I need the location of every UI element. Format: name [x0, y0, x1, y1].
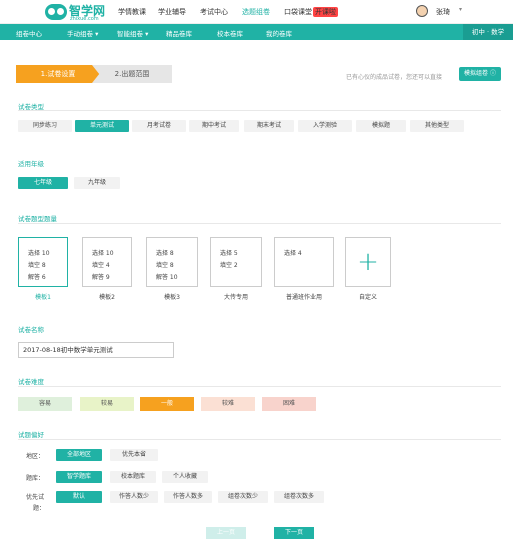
template-line: 填空 8 — [156, 262, 174, 269]
section-title-quantity: 试卷题型题量 — [18, 215, 57, 223]
add-template-button[interactable]: + — [345, 237, 391, 287]
hot-badge: 开课啦 — [313, 7, 338, 17]
option-entrance[interactable]: 入学测验 — [298, 120, 352, 132]
prev-page-button[interactable]: 上一页 — [206, 527, 246, 539]
option-default[interactable]: 默认 — [56, 491, 102, 503]
difficulty-hard[interactable]: 困难 — [262, 397, 316, 411]
paper-name-input[interactable]: 2017-08-18初中数学单元测试 — [18, 342, 174, 358]
option-grade-9[interactable]: 九年级 — [74, 177, 120, 189]
section-title-preference: 试题偏好 — [18, 431, 44, 439]
nav-item-compose[interactable]: 选题组卷 — [242, 7, 270, 17]
template-line: 填空 8 — [28, 262, 46, 269]
divider — [18, 223, 501, 224]
template-card-1[interactable]: 选择 10 填空 8 解答 6 — [18, 237, 68, 287]
template-line: 解答 9 — [92, 274, 110, 281]
nav-item-pocket-class[interactable]: 口袋课堂 — [284, 7, 312, 17]
option-sync-practice[interactable]: 同步练习 — [18, 120, 72, 132]
template-line: 填空 4 — [92, 262, 110, 269]
main-nav-my-library[interactable]: 我的卷库 — [266, 28, 292, 38]
option-all-regions[interactable]: 全部地区 — [56, 449, 102, 461]
hint-text: 已有心仪的成品试卷，您还可以直接 — [346, 74, 443, 81]
difficulty-fairly-easy[interactable]: 较易 — [80, 397, 134, 411]
region-label: 地区： — [26, 453, 45, 460]
divider — [18, 439, 501, 440]
main-nav-premium-library[interactable]: 精品卷库 — [166, 28, 192, 38]
priority-label-2: 题： — [33, 505, 46, 512]
template-name-4: 大传专用 — [223, 294, 248, 301]
option-mock[interactable]: 模拟题 — [356, 120, 406, 132]
step-range[interactable]: 2.出题范围 — [92, 65, 172, 83]
grade-subject-select[interactable]: 初中 · 数学 — [463, 24, 513, 40]
main-nav-smart[interactable]: 智能组卷 ▾ — [117, 28, 148, 38]
section-title-grade: 适用年级 — [18, 160, 44, 168]
option-more-uses[interactable]: 组卷次数多 — [274, 491, 324, 503]
template-card-5[interactable]: 选择 4 — [274, 237, 334, 287]
top-header: 智学网 zhixue.com 学情教课 学业辅导 考试中心 选题组卷 口袋课堂 … — [0, 0, 513, 24]
mock-compose-button[interactable]: 模拟组卷 ⓘ — [459, 67, 501, 81]
template-name-3: 模板3 — [164, 294, 180, 301]
template-line: 解答 6 — [28, 274, 46, 281]
template-card-4[interactable]: 选择 5 填空 2 — [210, 237, 262, 287]
divider — [18, 386, 501, 387]
logo[interactable]: 智学网 zhixue.com — [45, 2, 111, 22]
option-fewer-uses[interactable]: 组卷次数少 — [218, 491, 268, 503]
custom-template-label[interactable]: 自定义 — [338, 292, 398, 301]
option-zhixue-bank[interactable]: 智学题库 — [56, 471, 102, 483]
plus-icon: + — [357, 247, 379, 277]
template-line: 选择 10 — [92, 250, 114, 257]
logo-subtitle: zhixue.com — [70, 16, 99, 22]
user-name[interactable]: 张琦 — [436, 7, 450, 17]
template-name-1: 模板1 — [35, 294, 51, 301]
template-line: 解答 10 — [156, 274, 178, 281]
nav-item-exam-center[interactable]: 考试中心 — [200, 7, 228, 17]
template-name-5: 普通班作业用 — [285, 294, 322, 301]
difficulty-easy[interactable]: 容易 — [18, 397, 72, 411]
template-line: 选择 8 — [156, 250, 174, 257]
divider — [18, 110, 501, 111]
chevron-down-icon[interactable]: ▾ — [459, 6, 462, 13]
step-settings[interactable]: 1.试卷设置 — [16, 65, 100, 83]
bank-label: 题库： — [26, 475, 45, 482]
template-name-2: 模板2 — [99, 294, 115, 301]
option-fewer-answers[interactable]: 作答人数少 — [110, 491, 158, 503]
owl-logo-icon — [45, 4, 67, 20]
option-other[interactable]: 其他类型 — [410, 120, 464, 132]
difficulty-medium[interactable]: 一般 — [140, 397, 194, 411]
nav-item-tutoring[interactable]: 学业辅导 — [158, 7, 186, 17]
option-final[interactable]: 期末考试 — [244, 120, 294, 132]
next-page-button[interactable]: 下一页 — [274, 527, 314, 539]
template-card-3[interactable]: 选择 8 填空 8 解答 10 — [146, 237, 198, 287]
template-line: 填空 2 — [220, 262, 238, 269]
template-card-2[interactable]: 选择 10 填空 4 解答 9 — [82, 237, 132, 287]
option-own-province[interactable]: 优先本省 — [110, 449, 158, 461]
template-line: 选择 10 — [28, 250, 50, 257]
option-more-answers[interactable]: 作答人数多 — [164, 491, 212, 503]
option-unit-test[interactable]: 单元测试 — [75, 120, 129, 132]
difficulty-fairly-hard[interactable]: 较难 — [201, 397, 255, 411]
main-nav: 组卷中心 手动组卷 ▾ 智能组卷 ▾ 精品卷库 校本卷库 我的卷库 初中 · 数… — [0, 24, 513, 40]
option-favorites[interactable]: 个人收藏 — [162, 471, 208, 483]
main-nav-manual[interactable]: 手动组卷 ▾ — [67, 28, 98, 38]
main-nav-compose-center[interactable]: 组卷中心 — [16, 28, 42, 38]
main-content: 1.试卷设置 2.出题范围 已有心仪的成品试卷，您还可以直接 模拟组卷 ⓘ 试卷… — [0, 40, 513, 559]
priority-label: 优先试 — [26, 494, 45, 501]
option-grade-7[interactable]: 七年级 — [18, 177, 68, 189]
avatar[interactable] — [416, 5, 428, 17]
section-title-paper-name: 试卷名称 — [18, 326, 44, 334]
option-monthly[interactable]: 月考试卷 — [132, 120, 186, 132]
option-midterm[interactable]: 期中考试 — [189, 120, 239, 132]
template-line: 选择 5 — [220, 250, 238, 257]
section-title-difficulty: 试卷难度 — [18, 378, 44, 386]
nav-item-lesson-prep[interactable]: 学情教课 — [118, 7, 146, 17]
template-line: 选择 4 — [284, 250, 302, 257]
main-nav-school-library[interactable]: 校本卷库 — [217, 28, 243, 38]
option-school-bank[interactable]: 校本题库 — [110, 471, 156, 483]
